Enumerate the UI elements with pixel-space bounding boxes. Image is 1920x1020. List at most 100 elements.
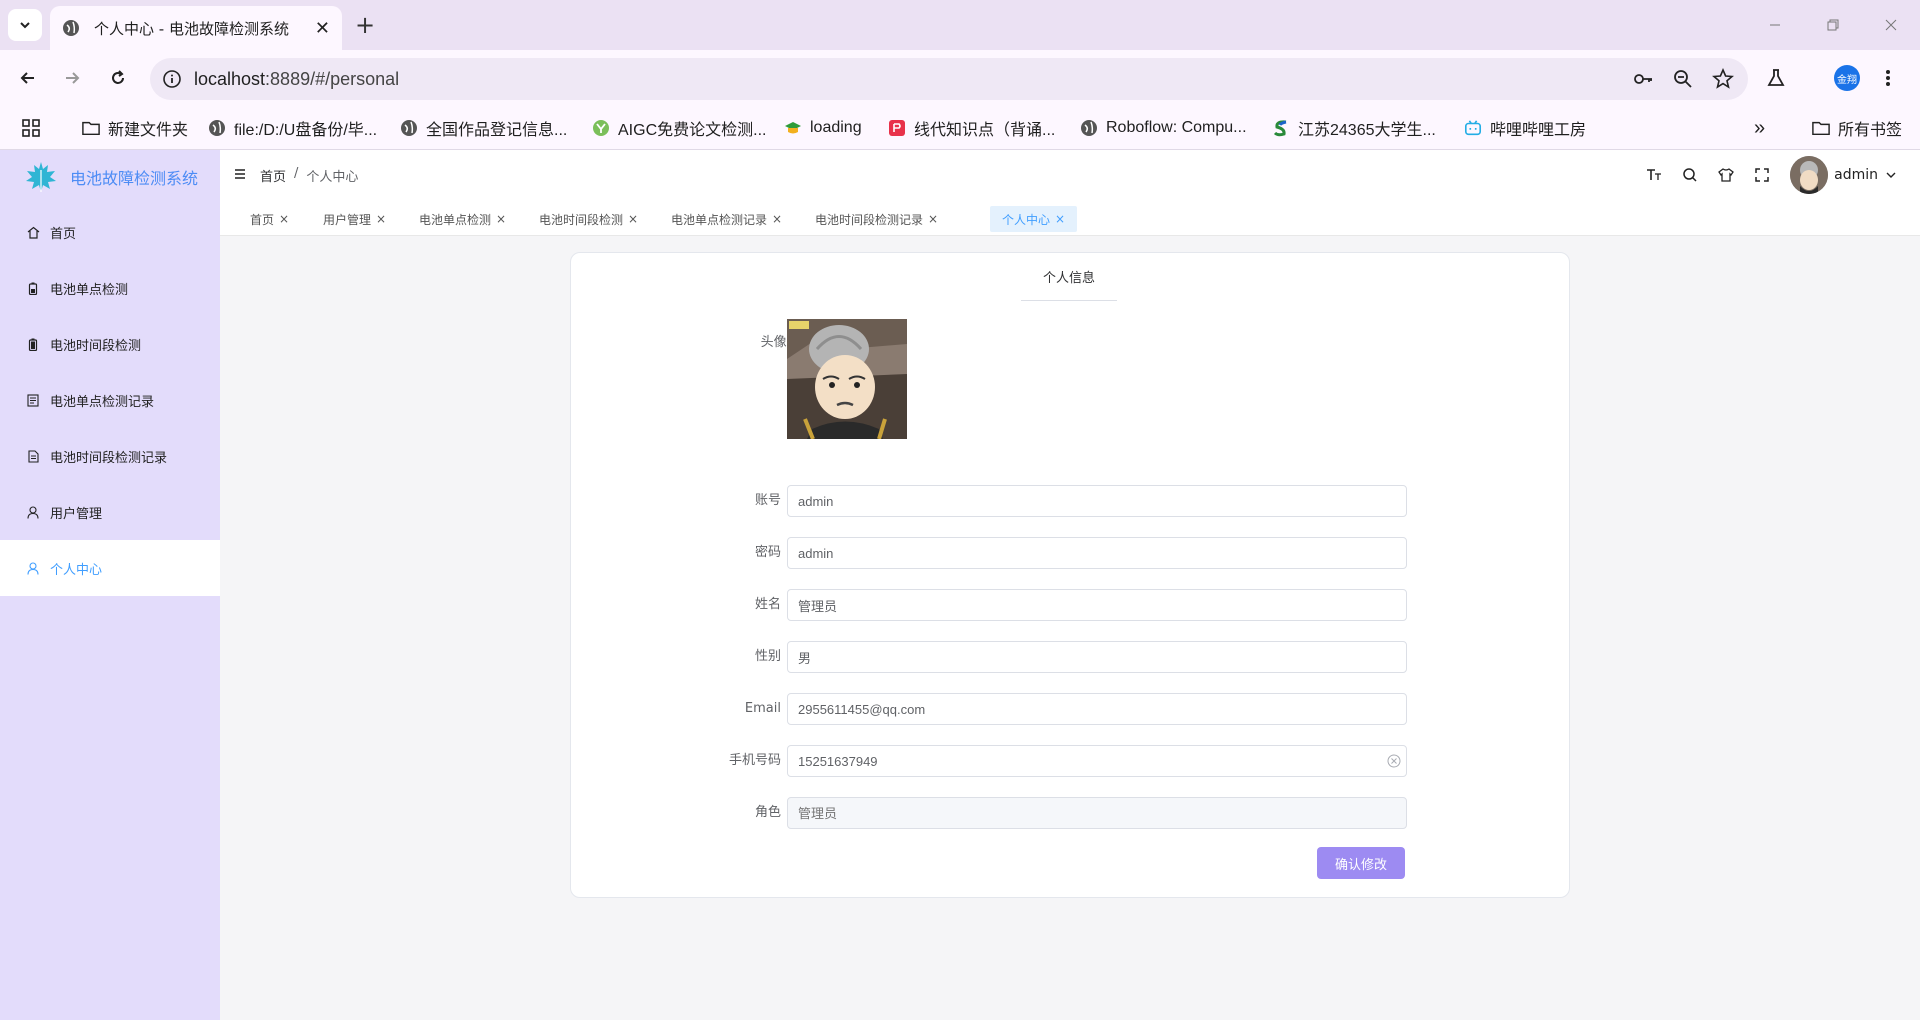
main-area: 首页 / 个人中心 admin 首页 × 用户管理 × 电池单点检测 × 电池时…	[220, 150, 1920, 1020]
sidebar-item-period-detection[interactable]: 电池时间段检测	[0, 316, 220, 372]
password-input[interactable]	[787, 537, 1407, 569]
url-path: :8889/#/personal	[265, 68, 400, 89]
bookmark-label: 哔哩哔哩工房	[1490, 122, 1587, 139]
avatar-upload[interactable]	[787, 319, 907, 439]
bookmark-item[interactable]: Roboflow: Compu...	[1080, 116, 1247, 140]
flask-icon	[1767, 69, 1785, 86]
profile-button[interactable]: 金翔	[1834, 64, 1860, 92]
fullscreen-button[interactable]	[1744, 157, 1780, 193]
all-bookmarks-button[interactable]: 所有书签	[1812, 116, 1902, 140]
sidebar-item-single-detection[interactable]: 电池单点检测	[0, 260, 220, 316]
labs-button[interactable]	[1766, 64, 1786, 92]
form-row-account: 账号	[691, 485, 1407, 517]
reload-button[interactable]	[104, 64, 132, 92]
bookmark-item[interactable]: 江苏24365大学生...	[1272, 116, 1436, 140]
tag-single-records[interactable]: 电池单点检测记录 ×	[665, 206, 788, 232]
close-icon[interactable]: ×	[772, 212, 782, 226]
breadcrumb-separator: /	[294, 166, 299, 181]
tag-label: 电池时间段检测	[539, 212, 624, 227]
search-icon	[1683, 168, 1697, 182]
bookmark-item[interactable]: 哔哩哔哩工房	[1464, 116, 1586, 140]
browser-menu-button[interactable]	[1884, 64, 1892, 92]
form-row-phone: 手机号码	[691, 745, 1407, 777]
tag-period-detection[interactable]: 电池时间段检测 ×	[533, 206, 644, 232]
tag-period-records[interactable]: 电池时间段检测记录 ×	[809, 206, 944, 232]
address-bar[interactable]: localhost:8889/#/personal	[150, 58, 1748, 100]
battery-full-icon	[26, 337, 40, 351]
sidebar-item-single-records[interactable]: 电池单点检测记录	[0, 372, 220, 428]
close-icon[interactable]: ×	[928, 212, 938, 226]
hamburger-icon[interactable]	[234, 168, 246, 180]
tag-single-detection[interactable]: 电池单点检测 ×	[413, 206, 512, 232]
s-logo-icon	[1272, 119, 1290, 137]
sidebar-item-label: 电池时间段检测记录	[50, 450, 168, 466]
confirm-button[interactable]: 确认修改	[1317, 847, 1405, 879]
email-label: Email	[744, 701, 781, 716]
bookmark-item[interactable]: 全国作品登记信息...	[400, 116, 567, 140]
close-icon[interactable]: ✕	[315, 18, 330, 39]
phone-input[interactable]	[787, 745, 1407, 777]
user-icon	[26, 561, 40, 575]
tag-label: 电池单点检测	[419, 212, 492, 227]
browser-tab-active[interactable]: 个人中心 - 电池故障检测系统 ✕	[50, 6, 342, 50]
bookmark-item[interactable]: 新建文件夹	[82, 116, 188, 140]
bookmark-label: file:/D:/U盘备份/毕...	[234, 122, 378, 139]
restore-icon[interactable]	[1804, 0, 1862, 50]
zoom-icon[interactable]	[1672, 68, 1694, 90]
font-size-icon	[1647, 169, 1662, 180]
sidebar-item-user-management[interactable]: 用户管理	[0, 484, 220, 540]
more-bookmarks-button[interactable]: »	[1754, 116, 1765, 140]
bookmark-item[interactable]: loading	[784, 116, 862, 140]
bookmark-item[interactable]: 线代知识点（背诵...	[888, 116, 1055, 140]
close-icon[interactable]: ×	[496, 212, 506, 226]
key-icon[interactable]	[1632, 68, 1654, 90]
breadcrumb-home[interactable]: 首页	[260, 166, 286, 185]
browser-tabstrip: 个人中心 - 电池故障检测系统 ✕ +	[0, 0, 1920, 50]
apps-button[interactable]	[22, 116, 40, 140]
tag-personal-center[interactable]: 个人中心 ×	[990, 206, 1078, 232]
theme-button[interactable]	[1708, 157, 1744, 193]
form-row-password: 密码	[691, 537, 1407, 569]
bookmark-label: 江苏24365大学生...	[1298, 122, 1436, 139]
font-size-button[interactable]	[1636, 157, 1672, 193]
user-dropdown[interactable]: admin	[1790, 156, 1898, 194]
close-icon[interactable]: ×	[376, 212, 386, 226]
tab-search-button[interactable]	[8, 9, 42, 41]
sidebar-item-label: 用户管理	[50, 506, 103, 522]
bilibili-icon	[1464, 119, 1482, 137]
tag-user-management[interactable]: 用户管理 ×	[317, 206, 392, 232]
sidebar-item-label: 电池单点检测记录	[50, 394, 155, 410]
sidebar-item-home[interactable]: 首页	[0, 204, 220, 260]
bookmark-item[interactable]: AIGC免费论文检测...	[592, 116, 766, 140]
new-tab-button[interactable]: +	[352, 11, 378, 39]
phone-label: 手机号码	[728, 753, 781, 768]
profile-avatar: 金翔	[1834, 65, 1860, 91]
site-info-icon[interactable]	[162, 69, 182, 89]
shirt-icon	[1718, 168, 1735, 182]
y-logo-icon	[592, 119, 610, 137]
close-icon[interactable]: ×	[628, 212, 638, 226]
account-input[interactable]	[787, 485, 1407, 517]
sidebar-item-personal-center[interactable]: 个人中心	[0, 540, 220, 596]
system-name: 电池故障检测系统	[70, 169, 199, 188]
forward-button[interactable]	[58, 64, 86, 92]
avatar	[1790, 156, 1829, 194]
back-button[interactable]	[14, 64, 42, 92]
bookmarks-bar: 新建文件夹 file:/D:/U盘备份/毕... 全国作品登记信息... AIG…	[0, 106, 1920, 150]
minimize-icon[interactable]	[1746, 0, 1804, 50]
profile-card: 个人信息 头像: 账号 密码	[570, 252, 1570, 898]
search-button[interactable]	[1672, 157, 1708, 193]
tag-home[interactable]: 首页 ×	[244, 206, 295, 232]
sidebar-logo[interactable]: 电池故障检测系统	[0, 150, 220, 204]
star-icon[interactable]	[1712, 68, 1734, 90]
close-window-icon[interactable]	[1862, 0, 1920, 50]
close-icon[interactable]: ×	[279, 212, 289, 226]
email-input[interactable]	[787, 693, 1407, 725]
form-row-gender: 性别	[691, 641, 1407, 673]
clear-icon[interactable]	[1387, 754, 1401, 768]
sidebar-item-period-records[interactable]: 电池时间段检测记录	[0, 428, 220, 484]
close-icon[interactable]: ×	[1055, 212, 1065, 226]
gender-input[interactable]	[787, 641, 1407, 673]
bookmark-item[interactable]: file:/D:/U盘备份/毕...	[208, 116, 377, 140]
name-input[interactable]	[787, 589, 1407, 621]
